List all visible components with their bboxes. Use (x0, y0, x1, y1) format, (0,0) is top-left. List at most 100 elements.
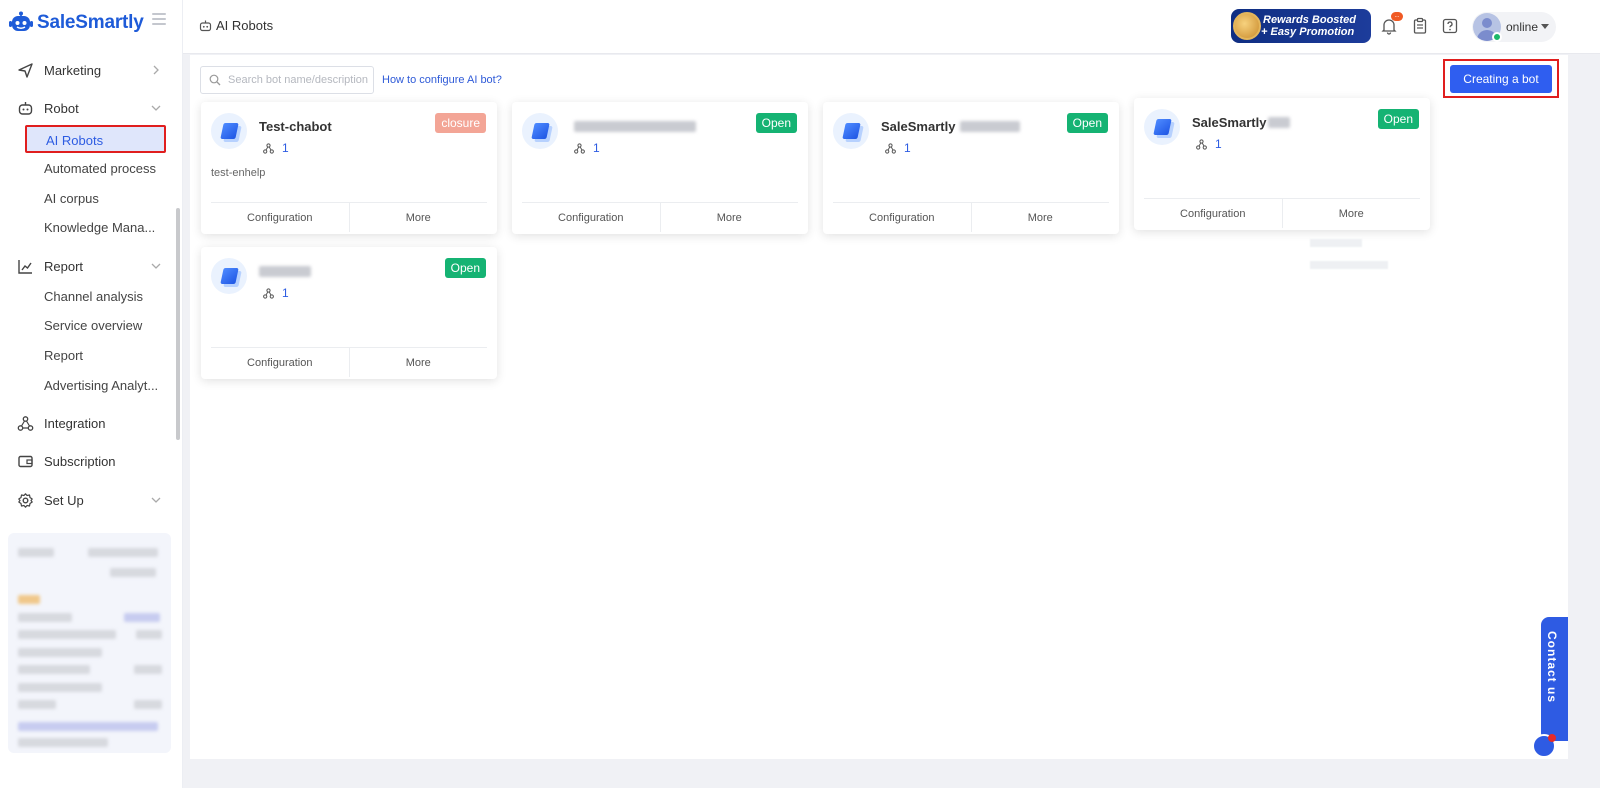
robot-icon (18, 102, 33, 115)
menu-integration[interactable]: Integration (0, 408, 175, 438)
sidebar-item-advertising-analytics[interactable]: Advertising Analyt... (44, 378, 159, 393)
bot-avatar-icon (522, 113, 558, 149)
search-input[interactable] (228, 74, 368, 86)
bot-avatar-icon (1144, 109, 1180, 145)
integration-icon (17, 416, 34, 431)
brand-logo[interactable]: SaleSmartly (8, 8, 144, 38)
notification-badge: ... (1391, 12, 1403, 21)
blurred-bot-name (574, 121, 696, 132)
sidebar-scrollbar[interactable] (176, 208, 180, 440)
more-button[interactable]: More (350, 203, 488, 232)
create-bot-button[interactable]: Creating a bot (1450, 65, 1552, 93)
user-status-label: online (1506, 20, 1539, 34)
sidebar-item-report[interactable]: Report (44, 348, 159, 363)
blurred-bot-name (960, 121, 1020, 132)
gear-icon (18, 493, 33, 508)
bot-card[interactable]: SaleSmartly 1 Open Configuration More (823, 102, 1119, 234)
menu-label: Set Up (44, 492, 84, 508)
menu-label: Integration (44, 415, 106, 431)
online-status-dot (1492, 32, 1502, 42)
more-button[interactable]: More (1283, 199, 1421, 228)
menu-label: Report (44, 258, 84, 274)
blurred-bot-name (259, 266, 311, 277)
bot-description: test-enhelp (211, 167, 266, 179)
bot-flow-count[interactable]: 1 (263, 141, 289, 155)
chat-bubble-icon[interactable] (1532, 734, 1556, 758)
page-title: AI Robots (216, 18, 274, 33)
menu-robot[interactable]: Robot (0, 93, 175, 123)
topbar: AI Robots Rewards Boosted + Easy Promoti… (183, 0, 1600, 54)
configuration-button[interactable]: Configuration (522, 203, 661, 232)
sidebar-item-ai-corpus[interactable]: AI corpus (44, 191, 159, 206)
card-actions: Configuration More (211, 202, 487, 232)
sidebar-item-knowledge-management[interactable]: Knowledge Mana... (44, 220, 159, 235)
sidebar-item-automated-process[interactable]: Automated process (44, 161, 159, 176)
more-button[interactable]: More (350, 348, 488, 377)
bot-card[interactable]: SaleSmartly 1 Open Configuration More (1134, 98, 1430, 230)
wallet-icon (18, 455, 33, 468)
bot-flow-count[interactable]: 1 (263, 286, 289, 300)
card-actions: Configuration More (211, 347, 487, 377)
menu-subscription[interactable]: Subscription (0, 446, 175, 476)
status-badge: Open (1066, 113, 1108, 133)
configuration-button[interactable]: Configuration (833, 203, 972, 232)
bot-avatar-icon (211, 113, 247, 149)
menu-report[interactable]: Report (0, 251, 175, 281)
sidebar: SaleSmartly Marketing Robot AI Robots Au… (0, 0, 183, 788)
flow-icon (885, 142, 896, 154)
configure-help-link[interactable]: How to configure AI bot? (382, 74, 502, 86)
bot-name: SaleSmartly (1192, 115, 1267, 130)
status-badge: Open (444, 258, 486, 278)
sidebar-item-ai-robots[interactable]: AI Robots (25, 125, 166, 153)
search-box[interactable] (200, 66, 374, 94)
help-icon[interactable] (1441, 17, 1459, 35)
bot-count-value: 1 (282, 286, 289, 300)
bot-avatar-icon (211, 258, 247, 294)
configuration-button[interactable]: Configuration (211, 203, 350, 232)
bot-flow-count[interactable]: 1 (1196, 137, 1222, 151)
bot-card[interactable]: 1 Open Configuration More (201, 247, 497, 379)
caret-down-icon (1541, 24, 1549, 29)
user-status-menu[interactable]: online (1472, 12, 1556, 42)
bot-flow-count[interactable]: 1 (574, 141, 600, 155)
chevron-down-icon (151, 263, 161, 269)
bot-card[interactable]: Test-chabot 1 closure test-enhelp Config… (201, 102, 497, 234)
rewards-line2: + Easy Promotion (1261, 26, 1355, 38)
configuration-button[interactable]: Configuration (211, 348, 350, 377)
blurred-bot-name (1268, 117, 1290, 128)
status-badge: Open (1377, 109, 1419, 129)
configuration-button[interactable]: Configuration (1144, 199, 1283, 228)
chevron-down-icon (151, 105, 161, 111)
brand-name: SaleSmartly (37, 12, 144, 33)
faded-dropdown-item (1310, 261, 1388, 269)
faded-dropdown-item (1310, 239, 1362, 247)
flow-icon (263, 142, 274, 154)
menu-label: Subscription (44, 453, 116, 469)
contact-us-tab[interactable]: Contact us (1541, 617, 1568, 741)
sidebar-item-channel-analysis[interactable]: Channel analysis (44, 289, 159, 304)
bot-count-value: 1 (593, 141, 600, 155)
status-badge: Open (755, 113, 797, 133)
contact-us-label: Contact us (1545, 631, 1559, 704)
card-actions: Configuration More (522, 202, 798, 232)
flow-icon (1196, 138, 1207, 150)
bot-count-value: 1 (1215, 137, 1222, 151)
collapse-menu-icon[interactable] (152, 13, 166, 25)
bot-avatar-icon (833, 113, 869, 149)
chevron-right-icon (153, 65, 159, 75)
card-actions: Configuration More (833, 202, 1109, 232)
rewards-line1: Rewards Boosted (1263, 14, 1356, 26)
card-actions: Configuration More (1144, 198, 1420, 228)
more-button[interactable]: More (661, 203, 799, 232)
menu-marketing[interactable]: Marketing (0, 55, 175, 85)
clipboard-icon[interactable] (1411, 17, 1429, 35)
bot-flow-count[interactable]: 1 (885, 141, 911, 155)
blurred-promo-card (8, 533, 171, 753)
more-button[interactable]: More (972, 203, 1110, 232)
menu-setup[interactable]: Set Up (0, 485, 175, 515)
flow-icon (574, 142, 585, 154)
sidebar-item-service-overview[interactable]: Service overview (44, 318, 159, 333)
rewards-banner[interactable]: Rewards Boosted + Easy Promotion (1231, 9, 1371, 43)
breadcrumb: AI Robots (199, 18, 273, 33)
bot-card[interactable]: 1 Open Configuration More (512, 102, 808, 234)
